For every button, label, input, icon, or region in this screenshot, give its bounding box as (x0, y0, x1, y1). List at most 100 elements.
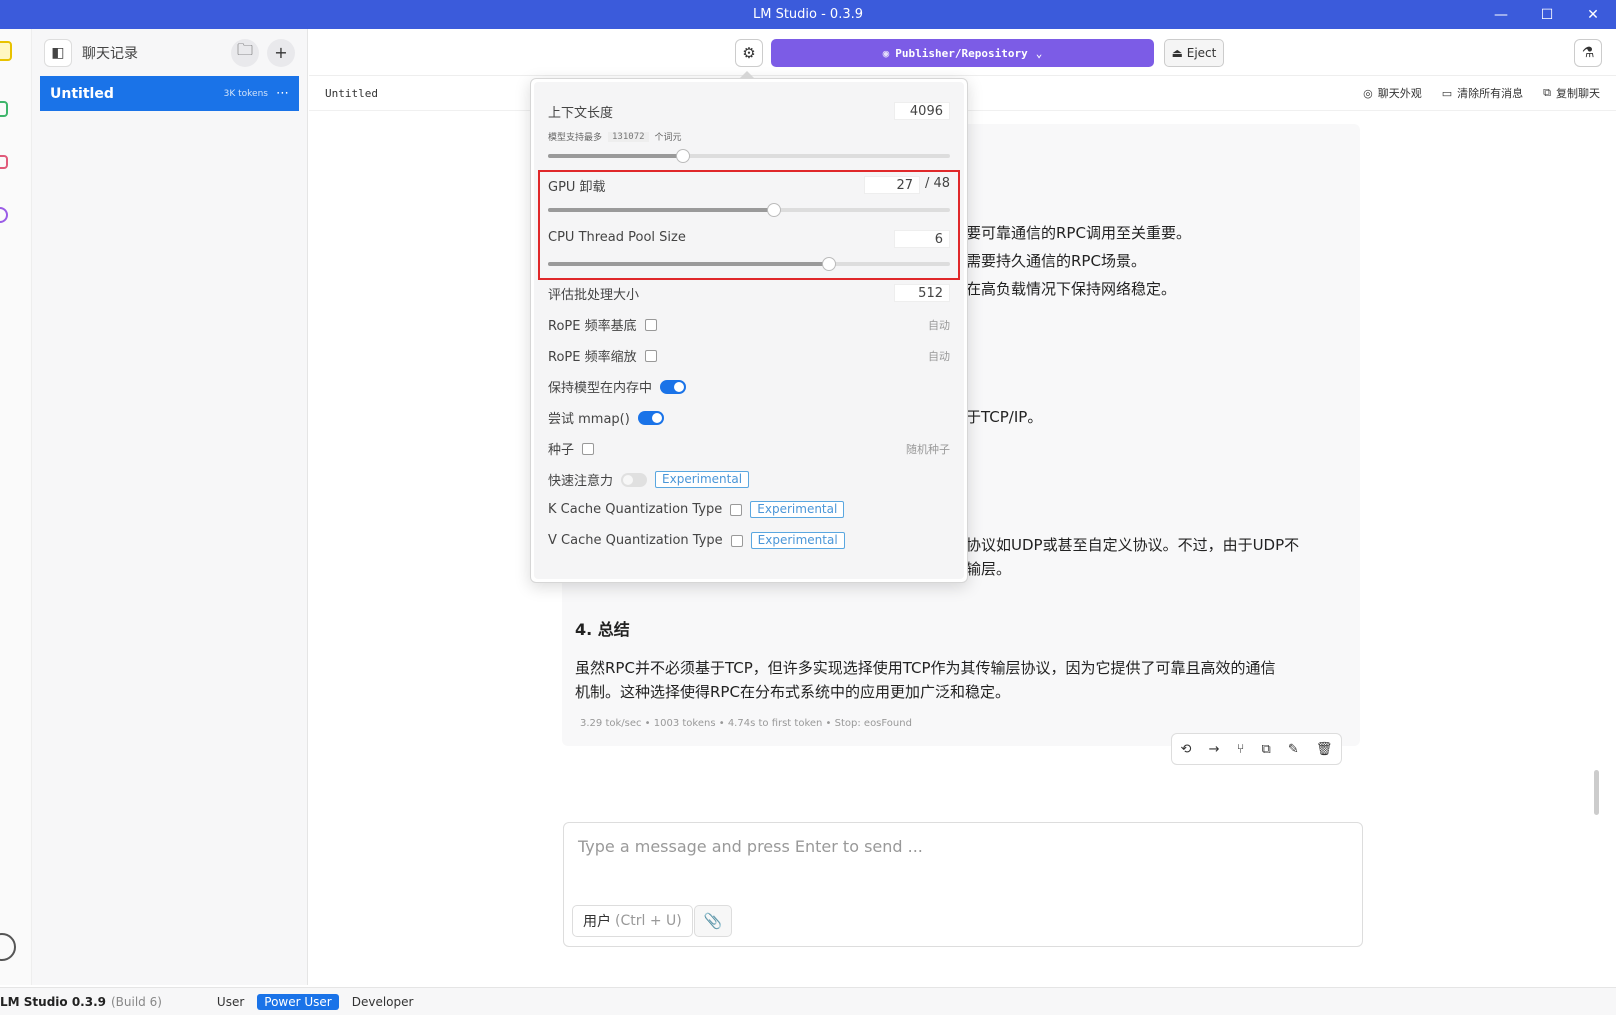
edit-icon[interactable]: ✎ (1288, 742, 1299, 757)
new-folder-icon[interactable]: 🗀 (231, 38, 259, 67)
window-controls: — ☐ ✕ (1478, 0, 1616, 29)
developer-nav-icon[interactable] (0, 101, 8, 117)
keep-in-memory-label: 保持模型在内存中 (548, 381, 653, 396)
rope-scale-checkbox[interactable] (644, 349, 657, 362)
eject-button[interactable]: ⏏ Eject (1164, 39, 1224, 67)
context-length-hint: 模型支持最多 131072 个词元 (548, 130, 682, 143)
top-toolbar: ⚙ ◉ Publisher/Repository ⌄ ⏏ Eject ⚗ (309, 29, 1616, 76)
minimize-icon[interactable]: — (1478, 0, 1524, 29)
flash-attention-label: 快速注意力 (548, 474, 614, 489)
settings-panel: 上下文长度 4096 模型支持最多 131072 个词元 GPU 卸载 27 /… (534, 82, 964, 579)
chat-sidebar: ◧ 聊天记录 🗀 + Untitled 3K tokens ⋯ (32, 29, 308, 985)
k-cache-checkbox[interactable] (730, 503, 743, 516)
branch-icon[interactable]: ⑂ (1237, 742, 1245, 757)
role-shortcut: (Ctrl + U) (615, 913, 682, 929)
role-toggle-button[interactable]: 用户 (Ctrl + U) (572, 905, 693, 937)
chevron-down-icon: ⌄ (1035, 46, 1043, 60)
copy-chat-label: 复制聊天 (1556, 87, 1600, 100)
experimental-badge: Experimental (750, 532, 845, 549)
input-placeholder: Type a message and press Enter to send .… (578, 837, 923, 856)
message-text: 虽然RPC并不必须基于TCP，但许多实现选择使用TCP作为其传输层协议，因为它提… (575, 659, 1276, 677)
section-heading: 4. 总结 (575, 620, 630, 639)
hint-prefix: 模型支持最多 (548, 133, 603, 143)
chat-appearance-button[interactable]: ◎ 聊天外观 (1363, 85, 1422, 101)
gpu-offload-slider[interactable] (548, 203, 950, 217)
continue-icon[interactable]: → (1209, 742, 1220, 757)
update-icon[interactable] (0, 933, 16, 961)
cpu-thread-input[interactable]: 6 (894, 230, 950, 248)
model-selector[interactable]: ◉ Publisher/Repository ⌄ (771, 39, 1154, 67)
gpu-offload-input[interactable]: 27 (864, 176, 920, 194)
popover-arrow (739, 71, 755, 79)
mmap-toggle[interactable] (637, 410, 664, 425)
copy-message-icon[interactable]: ⧉ (1262, 742, 1271, 757)
more-icon[interactable]: ⋯ (276, 86, 289, 101)
cpu-thread-slider[interactable] (548, 257, 950, 271)
chat-item-name: Untitled (50, 85, 114, 102)
keep-in-memory-toggle[interactable] (660, 379, 687, 394)
eval-batch-label: 评估批处理大小 (548, 288, 640, 303)
context-length-slider[interactable] (548, 149, 950, 163)
chat-nav-icon[interactable] (0, 41, 12, 61)
model-label: Publisher/Repository (895, 46, 1028, 60)
model-icon: ◉ (882, 46, 890, 60)
role-label: 用户 (583, 914, 611, 930)
context-length-input[interactable]: 4096 (894, 102, 950, 120)
maximize-icon[interactable]: ☐ (1524, 0, 1570, 29)
sidebar-title: 聊天记录 (82, 45, 138, 62)
mode-power-user[interactable]: Power User (257, 993, 339, 1010)
app-build: (Build 6) (110, 994, 162, 1009)
rope-base-checkbox[interactable] (644, 318, 657, 331)
chat-list-item[interactable]: Untitled 3K tokens ⋯ (40, 76, 299, 111)
slider-fill (548, 262, 830, 266)
flash-attention-row: 快速注意力 Experimental (548, 470, 750, 489)
mode-user[interactable]: User (210, 994, 251, 1010)
toggle-sidebar-icon[interactable]: ◧ (44, 38, 72, 67)
chat-actions: ◎ 聊天外观 ▭ 清除所有消息 ⧉ 复制聊天 (1363, 85, 1600, 101)
scrollbar[interactable] (1594, 770, 1599, 815)
rope-scale-row: RoPE 频率缩放 (548, 346, 657, 365)
context-length-label: 上下文长度 (548, 106, 614, 121)
v-cache-checkbox[interactable] (730, 534, 743, 547)
mode-developer[interactable]: Developer (345, 994, 421, 1010)
delete-icon[interactable]: 🗑 (1316, 742, 1333, 757)
slider-fill (548, 154, 683, 158)
mmap-row: 尝试 mmap() (548, 408, 664, 427)
message-input[interactable]: Type a message and press Enter to send .… (563, 822, 1363, 947)
close-icon[interactable]: ✕ (1570, 0, 1616, 29)
flash-attention-toggle[interactable] (621, 472, 648, 487)
copy-chat-button[interactable]: ⧉ 复制聊天 (1543, 85, 1600, 101)
sidebar-header: ◧ 聊天记录 🗀 + (32, 29, 307, 76)
message-text: 要可靠通信的RPC调用至关重要。 (966, 224, 1191, 242)
flask-icon[interactable]: ⚗ (1574, 39, 1602, 67)
message-text: 协议如UDP或甚至自定义协议。不过，由于UDP不 (966, 536, 1300, 554)
chat-item-tokens: 3K tokens (223, 88, 268, 99)
regenerate-icon[interactable]: ⟲ (1181, 742, 1192, 757)
new-chat-icon[interactable]: + (267, 38, 295, 67)
eval-batch-input[interactable]: 512 (894, 284, 950, 302)
window-title: LM Studio - 0.3.9 (752, 7, 864, 22)
message-text: 需要持久通信的RPC场景。 (966, 252, 1146, 270)
search-nav-icon[interactable] (0, 207, 8, 223)
clear-icon: ▭ (1441, 86, 1453, 100)
chat-title[interactable]: Untitled (325, 87, 378, 100)
mmap-label: 尝试 mmap() (548, 412, 630, 427)
clear-messages-button[interactable]: ▭ 清除所有消息 (1442, 85, 1523, 101)
nav-rail (0, 29, 32, 985)
status-bar: LM Studio 0.3.9 (Build 6) User Power Use… (0, 987, 1616, 1015)
seed-value: 随机种子 (906, 443, 950, 456)
chat-appearance-label: 聊天外观 (1377, 87, 1422, 100)
k-cache-row: K Cache Quantization Type Experimental (548, 501, 845, 518)
message-text: 于TCP/IP。 (966, 408, 1043, 426)
gear-icon[interactable]: ⚙ (735, 39, 763, 67)
rope-base-label: RoPE 频率基底 (548, 319, 637, 334)
message-toolbar: ⟲ → ⑂ ⧉ ✎ 🗑 (1171, 733, 1342, 765)
seed-label: 种子 (548, 443, 575, 458)
paperclip-icon[interactable]: 📎 (694, 905, 732, 937)
message-text: 在高负载情况下保持网络稳定。 (966, 280, 1177, 298)
seed-checkbox[interactable] (582, 442, 595, 455)
hint-suffix: 个词元 (654, 133, 682, 143)
slider-handle[interactable] (675, 149, 690, 163)
models-nav-icon[interactable] (0, 155, 8, 169)
experimental-badge: Experimental (655, 471, 750, 488)
